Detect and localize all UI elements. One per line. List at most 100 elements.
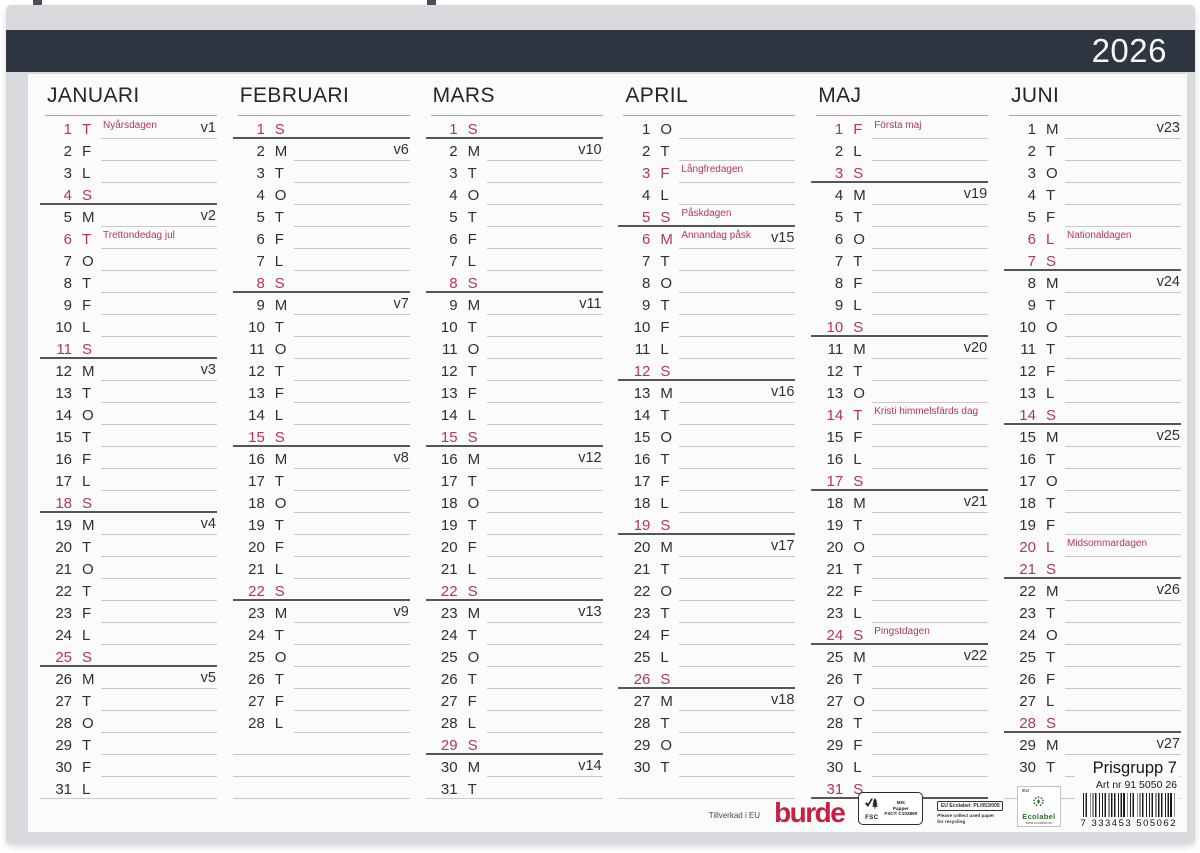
month-column-mars: MARS1S2Mv103T4O5T6F7L8S9Mv1110T11O12T13F… bbox=[431, 82, 603, 799]
weekday-letter: M bbox=[468, 760, 481, 775]
day-number: 6 bbox=[1009, 232, 1036, 247]
day-row-juni-3: 3O bbox=[1009, 161, 1181, 183]
weekday-letter: F bbox=[853, 738, 862, 753]
weekday-letter: O bbox=[853, 694, 865, 709]
day-row-juni-6: 6LNationaldagen bbox=[1009, 227, 1181, 249]
fsc-certification-badge: FSC MIX Papper FSC® C102890 bbox=[858, 792, 923, 825]
day-row-februari-11: 11O bbox=[238, 337, 410, 359]
day-row-mars-19: 19T bbox=[431, 513, 603, 535]
day-row-maj-22: 22F bbox=[816, 579, 988, 601]
day-number: 14 bbox=[1009, 408, 1036, 423]
note-line[interactable] bbox=[426, 798, 603, 799]
day-number: 18 bbox=[45, 496, 72, 511]
day-number: 18 bbox=[431, 496, 458, 511]
weekday-letter: T bbox=[1046, 298, 1055, 313]
day-row-januari-30: 30F bbox=[45, 755, 217, 777]
week-number: v25 bbox=[1157, 428, 1180, 444]
day-number: 12 bbox=[623, 364, 650, 379]
day-row-februari-27: 27F bbox=[238, 689, 410, 711]
day-number: 17 bbox=[238, 474, 265, 489]
day-row-juni-26: 26F bbox=[1009, 667, 1181, 689]
day-number: 7 bbox=[431, 254, 458, 269]
day-row-februari-20: 20F bbox=[238, 535, 410, 557]
day-number: 6 bbox=[45, 232, 72, 247]
day-number: 22 bbox=[431, 584, 458, 599]
day-number: 2 bbox=[431, 144, 458, 159]
weekday-letter: S bbox=[82, 342, 92, 357]
weekday-letter: F bbox=[82, 144, 91, 159]
day-number: 18 bbox=[1009, 496, 1036, 511]
month-title-mars: MARS bbox=[431, 82, 603, 116]
day-row-mars-26: 26T bbox=[431, 667, 603, 689]
day-row-maj-27: 27O bbox=[816, 689, 988, 711]
weekday-letter: L bbox=[660, 188, 668, 203]
day-number: 11 bbox=[431, 342, 458, 357]
weekday-letter: T bbox=[468, 628, 477, 643]
day-row-juni-7: 7S bbox=[1009, 249, 1181, 271]
day-row-mars-14: 14L bbox=[431, 403, 603, 425]
day-number: 28 bbox=[238, 716, 265, 731]
day-row-juni-29: 29Mv27 bbox=[1009, 733, 1181, 755]
day-number: 5 bbox=[45, 210, 72, 225]
day-row-juni-11: 11T bbox=[1009, 337, 1181, 359]
day-number: 1 bbox=[238, 122, 265, 137]
day-row-juni-28: 28S bbox=[1009, 711, 1181, 733]
weekday-letter: T bbox=[853, 210, 862, 225]
day-row-april-25: 25L bbox=[623, 645, 795, 667]
weekday-letter: F bbox=[1046, 518, 1055, 533]
weekday-letter: M bbox=[660, 540, 673, 555]
day-number: 11 bbox=[238, 342, 265, 357]
note-line[interactable] bbox=[233, 798, 410, 799]
weekday-letter: M bbox=[660, 694, 673, 709]
day-number: 31 bbox=[431, 782, 458, 797]
fsc-label: FSC bbox=[865, 815, 879, 821]
day-row-april-14: 14T bbox=[623, 403, 795, 425]
day-row-juni-4: 4T bbox=[1009, 183, 1181, 205]
day-row-juni-25: 25T bbox=[1009, 645, 1181, 667]
day-row-januari-10: 10L bbox=[45, 315, 217, 337]
note-line[interactable] bbox=[40, 798, 217, 799]
weekday-letter: M bbox=[275, 144, 288, 159]
calendar-sheet: 2026 JANUARI1TNyårsdagenv12F3L4S5Mv26TTr… bbox=[6, 5, 1195, 844]
day-row-maj-5: 5T bbox=[816, 205, 988, 227]
holiday-label: Nyårsdagen bbox=[103, 120, 157, 131]
weekday-letter: S bbox=[853, 320, 863, 335]
day-row-maj-3: 3S bbox=[816, 161, 988, 183]
weekday-letter: M bbox=[853, 342, 866, 357]
day-number: 12 bbox=[816, 364, 843, 379]
weekday-letter: M bbox=[275, 452, 288, 467]
day-row-april-3: 3FLångfredagen bbox=[623, 161, 795, 183]
weekday-letter: S bbox=[1046, 562, 1056, 577]
day-number: 27 bbox=[45, 694, 72, 709]
day-number: 16 bbox=[816, 452, 843, 467]
day-row-maj-26: 26T bbox=[816, 667, 988, 689]
day-row-april-29: 29O bbox=[623, 733, 795, 755]
weekday-letter: T bbox=[1046, 496, 1055, 511]
day-row-april-10: 10F bbox=[623, 315, 795, 337]
weekday-letter: O bbox=[82, 716, 94, 731]
weekday-letter: O bbox=[82, 562, 94, 577]
day-row-januari-9: 9F bbox=[45, 293, 217, 315]
day-number: 30 bbox=[45, 760, 72, 775]
weekday-letter: S bbox=[468, 122, 478, 137]
day-row-juni-24: 24O bbox=[1009, 623, 1181, 645]
day-number: 13 bbox=[816, 386, 843, 401]
weekday-letter: T bbox=[660, 562, 669, 577]
day-row-april-2: 2T bbox=[623, 139, 795, 161]
month-title-januari: JANUARI bbox=[45, 82, 217, 116]
day-number: 21 bbox=[431, 562, 458, 577]
title-bar: 2026 bbox=[6, 30, 1195, 72]
day-row-maj-15: 15F bbox=[816, 425, 988, 447]
day-number: 29 bbox=[45, 738, 72, 753]
weekday-letter: F bbox=[82, 298, 91, 313]
weekday-letter: M bbox=[1046, 738, 1059, 753]
day-number: 27 bbox=[431, 694, 458, 709]
price-and-barcode-block: Prisgrupp 7 Art nr 91 5050 26 7 333453 5… bbox=[1075, 757, 1179, 829]
day-number: 6 bbox=[431, 232, 458, 247]
day-row-april-5: 5SPåskdagen bbox=[623, 205, 795, 227]
day-row-april-16: 16T bbox=[623, 447, 795, 469]
day-number: 20 bbox=[45, 540, 72, 555]
day-number: 25 bbox=[45, 650, 72, 665]
weekday-letter: O bbox=[1046, 320, 1058, 335]
day-number: 13 bbox=[45, 386, 72, 401]
